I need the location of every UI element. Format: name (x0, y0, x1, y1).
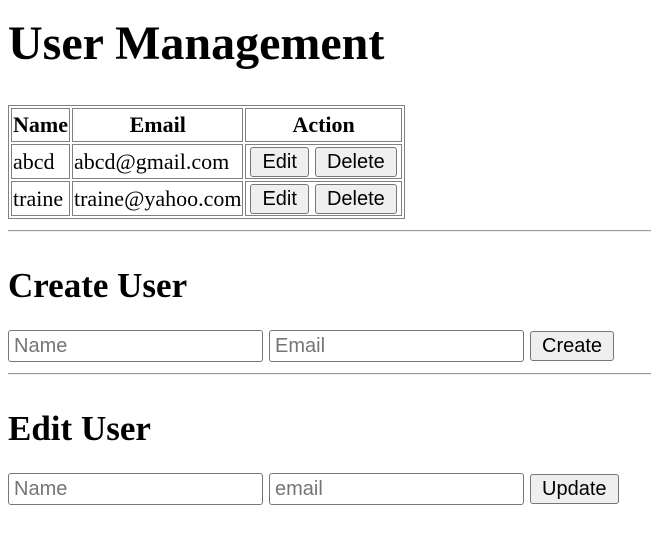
page-title: User Management (8, 17, 385, 70)
column-header-email: Email (71, 108, 244, 142)
column-header-name: Name (11, 108, 70, 142)
edit-user-button[interactable]: Edit (250, 147, 309, 177)
table-row: traine traine@yahoo.com Edit Delete (11, 181, 402, 216)
column-header-action: Action (245, 108, 402, 142)
user-name-cell: traine (11, 181, 70, 216)
update-button[interactable]: Update (530, 474, 619, 504)
edit-user-form: Update (8, 473, 643, 505)
create-button[interactable]: Create (530, 331, 615, 361)
section-divider (8, 230, 651, 232)
user-email-cell: traine@yahoo.com (71, 181, 244, 216)
edit-email-input[interactable] (269, 473, 524, 505)
delete-user-button[interactable]: Delete (314, 184, 397, 214)
edit-user-button[interactable]: Edit (250, 184, 309, 214)
create-user-heading: Create User (8, 266, 188, 305)
create-user-form: Create (8, 330, 643, 362)
delete-user-button[interactable]: Delete (314, 147, 397, 177)
table-header-row: Name Email Action (11, 108, 402, 142)
table-row: abcd abcd@gmail.com Edit Delete (11, 144, 402, 179)
edit-name-input[interactable] (8, 473, 263, 505)
user-email-cell: abcd@gmail.com (71, 144, 244, 179)
user-actions-cell: Edit Delete (245, 144, 402, 179)
create-name-input[interactable] (8, 330, 263, 362)
edit-user-heading: Edit User (8, 409, 151, 448)
users-table: Name Email Action abcd abcd@gmail.com Ed… (8, 105, 405, 219)
section-divider (8, 373, 651, 375)
user-name-cell: abcd (11, 144, 70, 179)
user-actions-cell: Edit Delete (245, 181, 402, 216)
create-email-input[interactable] (269, 330, 524, 362)
